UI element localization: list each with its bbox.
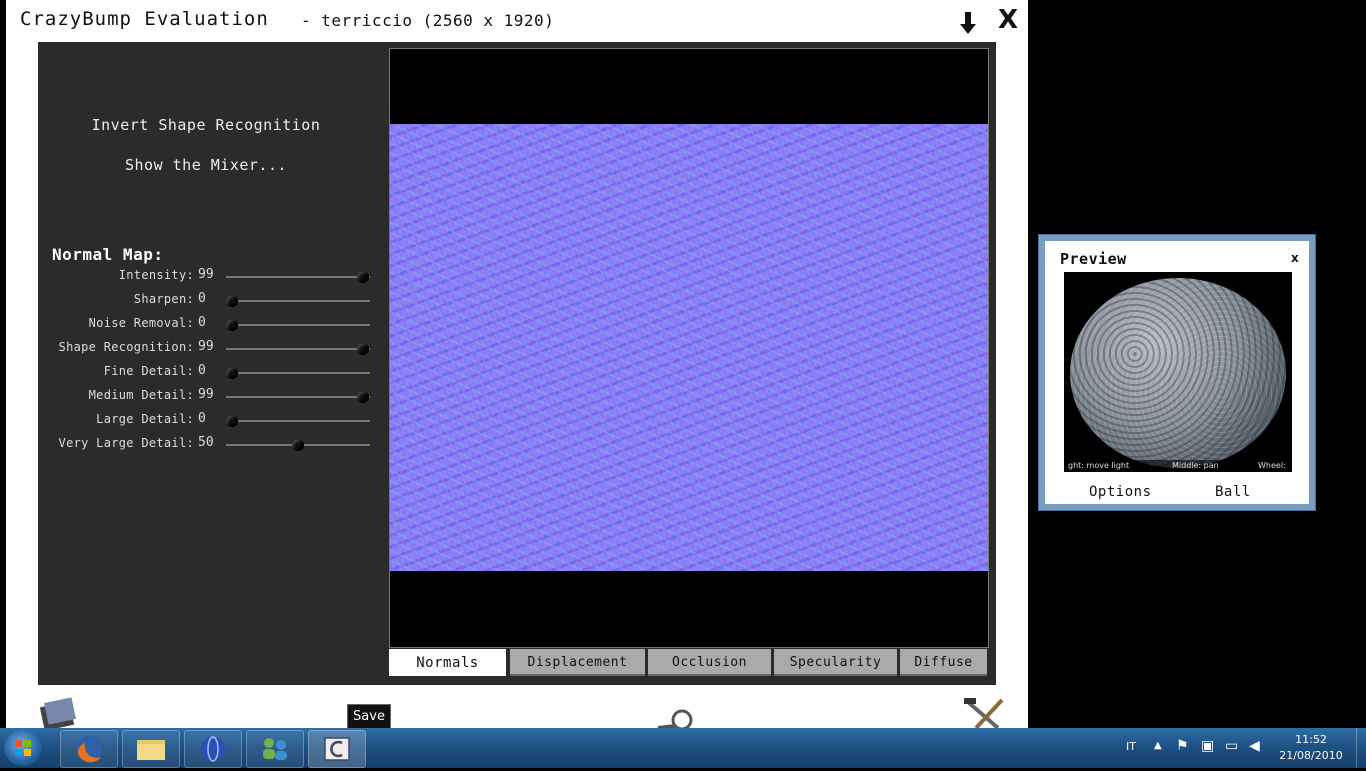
preview-hint: ght: move light Middle: pan Wheel:	[1064, 460, 1292, 472]
save-tooltip[interactable]: Save	[347, 704, 391, 730]
globe-icon	[201, 736, 225, 762]
preview-window: Preview x ght: move light Middle: pan Wh…	[1038, 234, 1316, 511]
tab-displacement[interactable]: Displacement	[510, 649, 645, 676]
slider-row: Sharpen: 0	[38, 290, 378, 310]
firefox-icon	[76, 736, 102, 763]
slider-label: Intensity:	[118, 268, 194, 282]
normal-map-viewport[interactable]	[389, 48, 989, 648]
slider-value: 99	[198, 387, 214, 402]
preview-ball	[1070, 278, 1286, 468]
main-panel: Invert Shape Recognition Show the Mixer.…	[38, 42, 996, 685]
language-indicator[interactable]: IT	[1126, 740, 1136, 753]
slider-knob[interactable]	[226, 319, 238, 331]
clock-date: 21/08/2010	[1279, 749, 1343, 762]
hint-light: ght: move light	[1068, 461, 1130, 470]
firefox-taskbar-button[interactable]	[60, 730, 118, 768]
show-hidden-icons[interactable]: ▲	[1154, 740, 1162, 751]
invert-shape-recognition-button[interactable]: Invert Shape Recognition	[38, 116, 374, 134]
action-center-flag-icon[interactable]: ⚑	[1176, 738, 1189, 754]
slider-row: Very Large Detail: 50	[38, 434, 378, 454]
slider-track[interactable]	[226, 396, 370, 398]
slider-knob[interactable]	[356, 271, 369, 283]
start-button[interactable]	[4, 730, 42, 766]
slider-track[interactable]	[226, 372, 370, 374]
download-arrow-icon[interactable]	[958, 10, 978, 36]
slider-value: 0	[198, 411, 206, 426]
hint-wheel: Wheel:	[1258, 461, 1286, 470]
slider-knob[interactable]	[356, 391, 369, 403]
slider-row: Medium Detail: 99	[38, 386, 378, 406]
clock-time: 11:52	[1295, 733, 1327, 746]
explorer-taskbar-button[interactable]	[122, 730, 180, 768]
tab-normals[interactable]: Normals	[389, 649, 506, 676]
preview-title: Preview	[1060, 250, 1127, 268]
slider-label: Noise Removal:	[88, 316, 194, 330]
slider-label: Shape Recognition:	[58, 340, 194, 354]
slider-row: Noise Removal: 0	[38, 314, 378, 334]
slider-label: Sharpen:	[133, 292, 194, 306]
slider-row: Large Detail: 0	[38, 410, 378, 430]
slider-row: Fine Detail: 0	[38, 362, 378, 382]
device-icon[interactable]: ▣	[1201, 738, 1214, 754]
slider-knob[interactable]	[226, 415, 238, 427]
slider-knob[interactable]	[292, 439, 304, 451]
crazybump-app-icon	[324, 737, 350, 761]
map-tabs: Normals Displacement Occlusion Speculari…	[389, 649, 987, 676]
taskbar: IT ▲ ⚑ ▣ ▭ ◀ 11:52 21/08/2010	[0, 728, 1366, 768]
close-icon[interactable]: X	[996, 6, 1020, 34]
show-mixer-button[interactable]: Show the Mixer...	[38, 156, 374, 174]
network-icon[interactable]: ▭	[1225, 738, 1238, 754]
windows-logo-icon	[15, 740, 31, 756]
normal-map-image	[390, 124, 988, 571]
slider-label: Very Large Detail:	[58, 436, 194, 450]
slider-row: Shape Recognition: 99	[38, 338, 378, 358]
folder-icon	[137, 740, 165, 760]
slider-value: 99	[198, 339, 214, 354]
show-desktop-button[interactable]	[1356, 728, 1366, 768]
slider-label: Fine Detail:	[103, 364, 194, 378]
tab-occlusion[interactable]: Occlusion	[648, 649, 771, 676]
tools-icon[interactable]	[962, 696, 1008, 730]
slider-value: 0	[198, 363, 206, 378]
crazybump-taskbar-button[interactable]	[308, 730, 366, 768]
slider-track[interactable]	[226, 348, 370, 350]
magnifier-icon[interactable]	[654, 706, 696, 731]
preview-3d-view[interactable]: ght: move light Middle: pan Wheel:	[1064, 272, 1292, 472]
preview-close-icon[interactable]: x	[1291, 251, 1299, 265]
options-button[interactable]: Options	[1089, 484, 1152, 500]
file-info: - terriccio (2560 x 1920)	[301, 11, 555, 30]
messenger-taskbar-button[interactable]	[246, 730, 304, 768]
slider-value: 0	[198, 315, 206, 330]
slider-knob[interactable]	[356, 343, 369, 355]
tab-diffuse[interactable]: Diffuse	[900, 649, 987, 676]
tab-specularity[interactable]: Specularity	[774, 649, 897, 676]
ball-button[interactable]: Ball	[1215, 484, 1251, 500]
normal-map-heading: Normal Map:	[52, 245, 164, 264]
slider-knob[interactable]	[226, 295, 238, 307]
slider-track[interactable]	[226, 324, 370, 326]
slider-label: Large Detail:	[96, 412, 194, 426]
window-title: CrazyBump Evaluation	[20, 8, 269, 30]
volume-icon[interactable]: ◀	[1249, 738, 1260, 754]
people-icon	[263, 738, 287, 760]
hint-pan: Middle: pan	[1172, 461, 1219, 470]
slider-track[interactable]	[226, 420, 370, 422]
slider-row: Intensity: 99	[38, 266, 378, 286]
crazybump-window: CrazyBump Evaluation - terriccio (2560 x…	[6, 0, 1028, 731]
slider-track[interactable]	[226, 276, 370, 278]
slider-value: 99	[198, 267, 214, 282]
globe-taskbar-button[interactable]	[184, 730, 242, 768]
open-file-icon[interactable]	[34, 696, 80, 731]
slider-track[interactable]	[226, 300, 370, 302]
slider-label: Medium Detail:	[88, 388, 194, 402]
slider-knob[interactable]	[226, 367, 238, 379]
slider-value: 50	[198, 435, 214, 450]
clock[interactable]: 11:52 21/08/2010	[1276, 732, 1346, 764]
slider-value: 0	[198, 291, 206, 306]
preview-body: Preview x ght: move light Middle: pan Wh…	[1045, 241, 1309, 504]
